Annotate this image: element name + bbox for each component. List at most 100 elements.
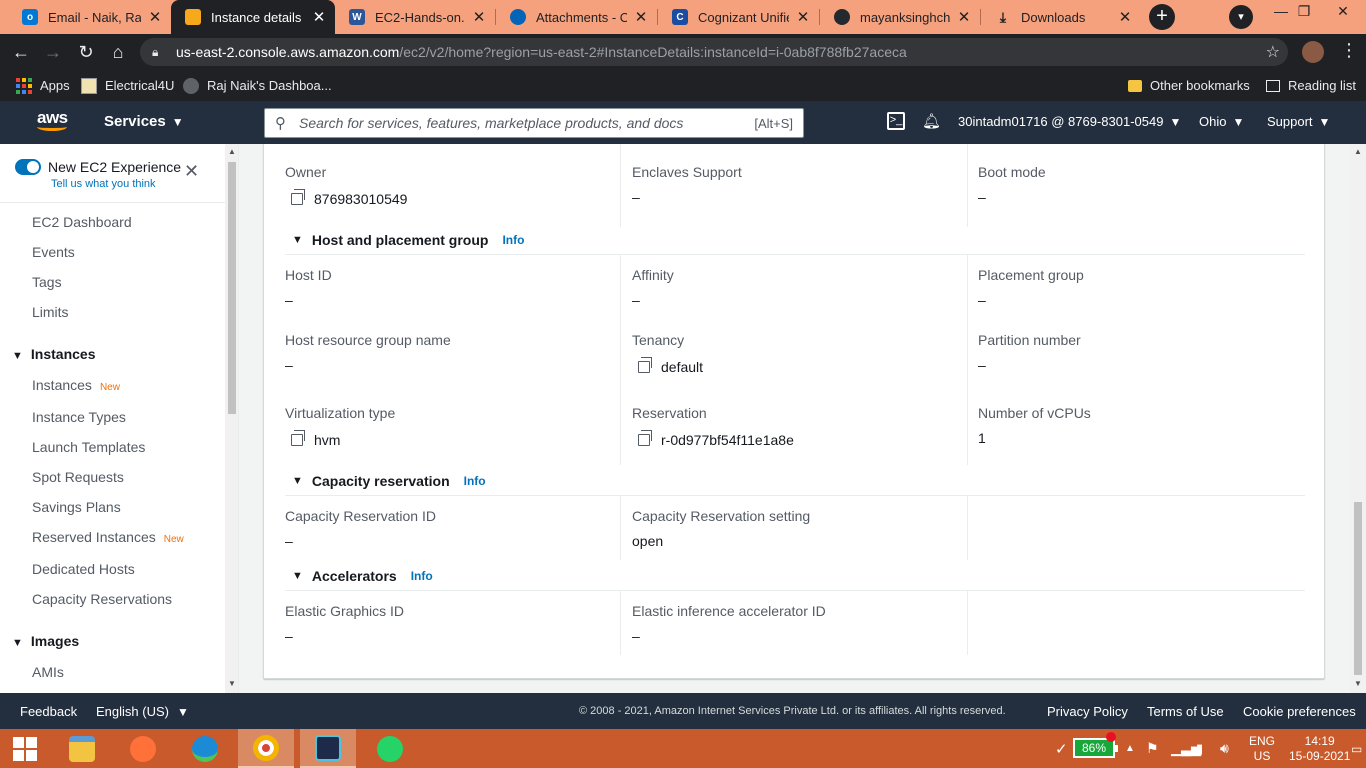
close-icon[interactable]: ✕	[633, 8, 649, 26]
notification-center-icon[interactable]: ▭	[1351, 729, 1362, 768]
home-icon[interactable]: ⌂	[107, 41, 129, 63]
privacy-policy-link[interactable]: Privacy Policy	[1047, 704, 1128, 719]
scrollbar-thumb[interactable]	[1354, 502, 1362, 675]
tab-cognizant[interactable]: C Cognizant Unified ✕	[658, 0, 819, 34]
close-icon[interactable]: ✕	[795, 8, 811, 26]
info-link[interactable]: Info	[502, 233, 524, 247]
copy-icon[interactable]	[638, 430, 652, 446]
close-icon[interactable]: ✕	[1117, 8, 1133, 26]
flag-icon[interactable]: ⚑	[1146, 729, 1159, 768]
feedback-link[interactable]: Feedback	[20, 704, 77, 719]
forward-icon[interactable]: →	[42, 41, 64, 63]
boot-mode-value: –	[978, 189, 986, 205]
sidebar-item-instance-types[interactable]: Instance Types	[32, 409, 126, 425]
scroll-down-icon[interactable]: ▼	[228, 679, 236, 688]
volume-icon[interactable]: 🔊︎	[1220, 729, 1229, 768]
search-input[interactable]	[299, 115, 755, 131]
global-search[interactable]: ⚲ [Alt+S]	[264, 108, 804, 138]
scroll-up-icon[interactable]: ▲	[228, 147, 236, 156]
copy-icon[interactable]	[291, 430, 305, 446]
services-menu-button[interactable]: Services ▼	[104, 113, 184, 130]
sidebar-section-instances[interactable]: ▼ Instances	[12, 346, 95, 362]
sidebar-item-spot-requests[interactable]: Spot Requests	[32, 469, 124, 485]
sidebar-item-instances[interactable]: Instances New	[32, 377, 120, 393]
cognizant-app-icon[interactable]	[300, 729, 356, 768]
language-selector[interactable]: English (US) ▼	[96, 704, 189, 719]
close-icon[interactable]: ✕	[147, 8, 163, 26]
column-divider	[967, 255, 968, 465]
chrome-icon[interactable]	[238, 729, 294, 768]
battery-icon[interactable]: ▮	[1196, 729, 1203, 768]
sidebar-item-events[interactable]: Events	[32, 244, 75, 260]
tab-onedrive[interactable]: Attachments - One ✕	[496, 0, 657, 34]
support-menu[interactable]: Support ▼	[1267, 114, 1330, 129]
show-hidden-icons[interactable]: ▲	[1125, 729, 1135, 768]
cookie-preferences-link[interactable]: Cookie preferences	[1243, 704, 1356, 719]
language-indicator[interactable]: ENG US	[1249, 729, 1275, 768]
sidebar-section-images[interactable]: ▼ Images	[12, 633, 79, 649]
bookmark-star-icon[interactable]: ☆	[1266, 42, 1280, 62]
cloudshell-icon[interactable]: >_	[887, 112, 905, 130]
aws-logo[interactable]: aws	[37, 109, 71, 135]
back-icon[interactable]: ←	[10, 41, 32, 63]
tab-email[interactable]: o Email - Naik, Rajku ✕	[8, 0, 171, 34]
section-capacity-reservation[interactable]: ▼ Capacity reservation Info	[292, 473, 486, 489]
bookmark-label: Raj Naik's Dashboa...	[207, 78, 332, 93]
file-explorer-icon[interactable]	[54, 729, 110, 768]
sidebar-item-capacity-reservations[interactable]: Capacity Reservations	[32, 591, 172, 607]
windows-start-icon[interactable]	[0, 729, 50, 768]
section-host-placement[interactable]: ▼ Host and placement group Info	[292, 232, 524, 248]
account-menu[interactable]: 30intadm01716 @ 8769-8301-0549 ▼	[958, 114, 1181, 129]
tab-instance-details[interactable]: Instance details | E ✕	[171, 0, 335, 34]
tab-github[interactable]: mayanksinghchou ✕	[820, 0, 980, 34]
main-scrollbar[interactable]: ▲ ▼	[1350, 144, 1366, 693]
sidebar-item-ec2-dashboard[interactable]: EC2 Dashboard	[32, 214, 132, 230]
tab-word-doc[interactable]: W EC2-Hands-on.doc ✕	[335, 0, 495, 34]
info-link[interactable]: Info	[411, 569, 433, 583]
new-tab-button[interactable]: +	[1149, 4, 1175, 30]
address-bar[interactable]: 🔒︎ us-east-2.console.aws.amazon.com/ec2/…	[140, 38, 1288, 66]
bookmark-apps[interactable]: Apps	[16, 70, 70, 101]
scrollbar-thumb[interactable]	[228, 162, 236, 414]
whatsapp-icon[interactable]	[362, 729, 418, 768]
close-icon[interactable]: ✕	[471, 8, 487, 26]
firefox-icon[interactable]	[115, 729, 171, 768]
bookmark-dashboard[interactable]: Raj Naik's Dashboa...	[183, 70, 332, 101]
region-menu[interactable]: Ohio ▼	[1199, 114, 1244, 129]
profile-avatar[interactable]	[1302, 41, 1324, 63]
close-icon[interactable]: ✕	[184, 162, 199, 180]
new-experience-toggle[interactable]	[15, 159, 41, 175]
sidebar-item-reserved-instances[interactable]: Reserved Instances New	[32, 529, 184, 545]
clock[interactable]: 14:19 15-09-2021	[1289, 729, 1350, 768]
sidebar-item-launch-templates[interactable]: Launch Templates	[32, 439, 145, 455]
close-window-button[interactable]: ✕	[1320, 0, 1366, 34]
scroll-up-icon[interactable]: ▲	[1354, 147, 1362, 156]
sidebar-item-amis[interactable]: AMIs	[32, 664, 64, 680]
bookmark-other[interactable]: Other bookmarks	[1128, 70, 1250, 101]
partition-number-value: –	[978, 357, 986, 373]
edge-icon[interactable]	[177, 729, 233, 768]
close-icon[interactable]: ✕	[956, 8, 972, 26]
scroll-down-icon[interactable]: ▼	[1354, 679, 1362, 688]
section-accelerators[interactable]: ▼ Accelerators Info	[292, 568, 433, 584]
sidebar-scrollbar[interactable]: ▲ ▼	[225, 144, 238, 693]
info-link[interactable]: Info	[464, 474, 486, 488]
feedback-link[interactable]: Tell us what you think	[51, 178, 156, 190]
copy-icon[interactable]	[291, 189, 305, 205]
bookmark-reading-list[interactable]: Reading list	[1266, 70, 1356, 101]
sidebar-item-dedicated-hosts[interactable]: Dedicated Hosts	[32, 561, 135, 577]
sidebar-item-limits[interactable]: Limits	[32, 304, 69, 320]
tab-downloads[interactable]: ⤓ Downloads ✕	[981, 0, 1141, 34]
copy-icon[interactable]	[638, 357, 652, 373]
shield-icon[interactable]: ✓	[1055, 729, 1068, 768]
reload-icon[interactable]: ↻	[75, 41, 97, 63]
close-icon[interactable]: ✕	[311, 8, 327, 26]
terms-of-use-link[interactable]: Terms of Use	[1147, 704, 1224, 719]
notifications-bell-icon[interactable]: 🔔︎	[922, 112, 941, 130]
sidebar-item-tags[interactable]: Tags	[32, 274, 62, 290]
sidebar-item-savings-plans[interactable]: Savings Plans	[32, 499, 121, 515]
bookmark-electrical4u[interactable]: Electrical4U	[81, 70, 174, 101]
menu-kebab-icon[interactable]: ⋮	[1340, 40, 1358, 61]
tab-search-icon[interactable]: ▾	[1229, 5, 1253, 29]
services-label: Services	[104, 113, 166, 130]
